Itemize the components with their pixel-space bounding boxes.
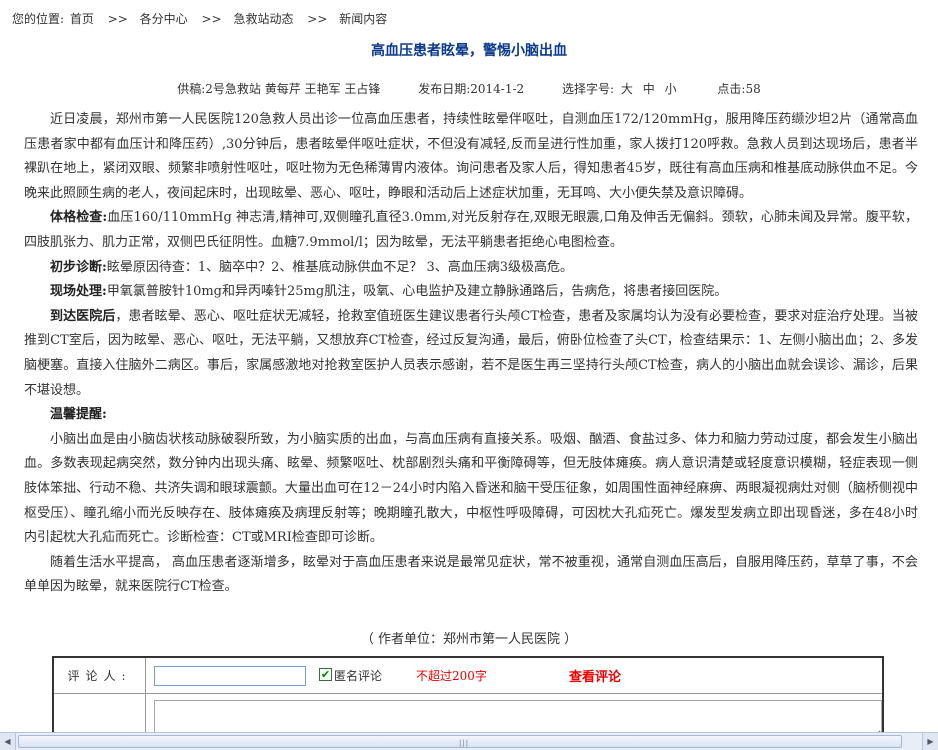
article-paragraph: 体格检查:血压160/110mmHg 神志清,精神可,双侧瞳孔直径3.0mm,对… [24,206,918,255]
paragraph-lead: 初步诊断: [50,259,107,275]
article-paragraph: 小脑出血是由小脑齿状核动脉破裂所致，为小脑实质的出血，与高血压病有直接关系。吸烟… [24,428,918,551]
scrollbar-thumb[interactable]: ||| [18,735,902,748]
paragraph-text: 小脑出血是由小脑齿状核动脉破裂所致，为小脑实质的出血，与高血压病有直接关系。吸烟… [24,431,918,546]
paragraph-lead: 现场处理: [50,284,107,300]
paragraph-text: 近日凌晨，郑州市第一人民医院120急救人员出诊一位高血压患者，持续性眩晕伴呕吐，… [24,112,918,201]
horizontal-scrollbar[interactable]: ◀ ||| ▶ [0,732,938,750]
paragraph-text: 血压160/110mmHg 神志清,精神可,双侧瞳孔直径3.0mm,对光反射存在… [24,210,918,250]
article-meta: 供稿:2号急救站 黄每芹 王艳军 王占锋 发布日期:2014-1-2 选择字号:… [0,80,938,97]
breadcrumb-separator: >> [107,12,128,26]
article-paragraph: 温馨提醒: [24,403,918,428]
commenter-label: 评论人: [54,658,146,694]
article-author: （ 作者单位：郑州市第一人民医院 ） [360,632,578,647]
char-limit-hint: 不超过200字 [416,669,487,683]
scroll-left-arrow-icon[interactable]: ◀ [0,733,16,750]
article-paragraph: 随着生活水平提高， 高血压患者逐渐增多，眩晕对于高血压患者来说是最常见症状，常不… [24,551,918,600]
scrollbar-grip-icon: ||| [459,739,470,747]
breadcrumb-current: 新闻内容 [339,12,388,26]
click-count: 点击:58 [717,82,761,96]
article-body: 近日凌晨，郑州市第一人民医院120急救人员出诊一位高血压患者，持续性眩晕伴呕吐，… [24,108,918,600]
paragraph-text: ，患者眩晕、恶心、呕吐症状无减轻，抢救室值班医生建议患者行头颅CT检查，患者及家… [24,308,918,398]
font-size-label: 选择字号: [562,82,615,96]
breadcrumb-prefix: 您的位置: [12,12,65,26]
article-title: 高血压患者眩晕，警惕小脑出血 [371,43,567,59]
article-paragraph: 到达医院后，患者眩晕、恶心、呕吐症状无减轻，抢救室值班医生建议患者行头颅CT检查… [24,305,918,403]
breadcrumb-separator: >> [201,12,222,26]
commenter-name-input[interactable] [154,666,306,686]
article-paragraph: 近日凌晨，郑州市第一人民医院120急救人员出诊一位高血压患者，持续性眩晕伴呕吐，… [24,108,918,206]
scroll-right-arrow-icon[interactable]: ▶ [922,733,938,750]
breadcrumb-branch-link[interactable]: 各分中心 [140,12,188,26]
font-size-medium-button[interactable]: 中 [643,82,655,96]
paragraph-lead: 体格检查: [50,210,108,226]
breadcrumb-separator: >> [307,12,328,26]
breadcrumb: 您的位置: 首页 >> 各分中心 >> 急救站动态 >> 新闻内容 [12,10,389,27]
font-size-selector: 选择字号: 大 中 小 [562,80,680,97]
font-size-small-button[interactable]: 小 [665,82,677,96]
breadcrumb-home-link[interactable]: 首页 [70,12,94,26]
paragraph-lead: 温馨提醒: [50,407,107,423]
article-date: 发布日期:2014-1-2 [418,82,525,96]
anonymous-label: 匿名评论 [334,669,383,683]
article-paragraph: 初步诊断:眩晕原因待查：1、脑卒中？2、椎基底动脉供血不足？ 3、高血压病3级极… [24,256,918,281]
paragraph-text: 随着生活水平提高， 高血压患者逐渐增多，眩晕对于高血压患者来说是最常见症状，常不… [24,554,918,595]
paragraph-text: 甲氧氯普胺针10mg和异丙嗪针25mg肌注，吸氧、心电监护及建立静脉通路后，告病… [106,284,728,300]
paragraph-lead: 到达医院后 [50,308,116,324]
anonymous-checkbox[interactable]: ✔ [319,668,332,681]
font-size-large-button[interactable]: 大 [621,82,633,96]
comment-header-row: 评论人: ✔ 匿名评论 不超过200字 查看评论 [54,658,882,694]
article-source: 供稿:2号急救站 黄每芹 王艳军 王占锋 [177,82,381,96]
article-paragraph: 现场处理:甲氧氯普胺针10mg和异丙嗪针25mg肌注，吸氧、心电监护及建立静脉通… [24,280,918,305]
breadcrumb-station-news-link[interactable]: 急救站动态 [233,12,293,26]
paragraph-text: 眩晕原因待查：1、脑卒中？2、椎基底动脉供血不足？ 3、高血压病3级极高危。 [106,259,574,275]
view-comments-link[interactable]: 查看评论 [569,666,621,685]
